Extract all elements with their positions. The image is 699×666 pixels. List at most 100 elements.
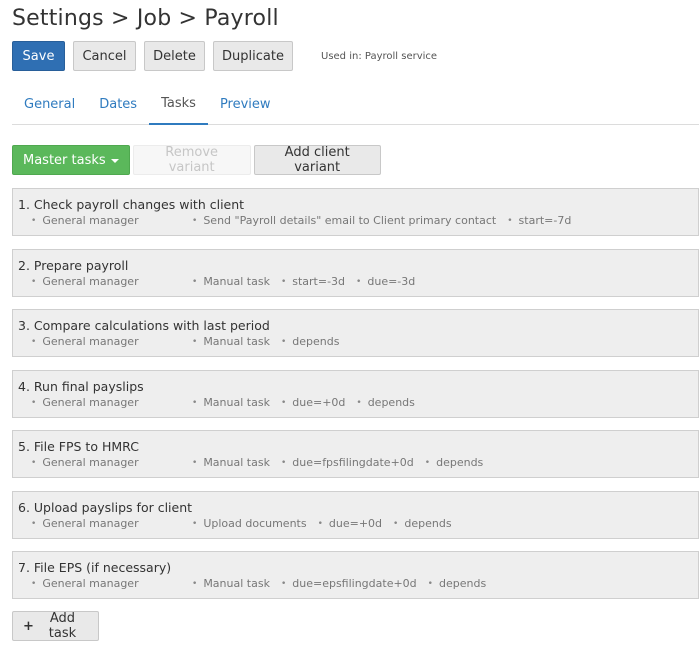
task-meta: • General manager • Manual task • depends — [18, 335, 698, 349]
task-row[interactable]: 4. Run final payslips • General manager • Ma… — [12, 369, 699, 418]
task-detail: • start=-7d — [507, 214, 571, 228]
bullet-icon: • — [31, 216, 37, 226]
bullet-icon: • — [507, 216, 513, 226]
task-title: 5. File FPS to HMRC — [18, 439, 139, 454]
task-owner-text: General manager — [42, 395, 139, 409]
task-row[interactable]: 6. Upload payslips for client • General ma… — [12, 490, 699, 539]
bullet-icon: • — [280, 276, 287, 287]
task-detail-text: start=-7d — [518, 214, 572, 227]
task-detail: • depends — [281, 335, 340, 349]
task-detail: • due=+0d — [318, 517, 382, 531]
task-detail-text: depends — [436, 456, 484, 469]
task-meta: • General manager • Manual task • start=-3d • d… — [18, 275, 698, 289]
add-task-button[interactable]: + Add task — [12, 611, 99, 641]
task-detail: • start=-3d — [281, 275, 345, 289]
bullet-icon: • — [192, 337, 198, 347]
bullet-icon: • — [31, 579, 37, 589]
task-detail-text: start=-3d — [292, 274, 346, 288]
duplicate-button[interactable]: Duplicate — [213, 41, 293, 71]
task-detail-text: Manual task — [203, 274, 270, 288]
tab-preview[interactable]: Preview — [208, 84, 283, 124]
bullet-icon: • — [31, 337, 37, 347]
delete-button[interactable]: Delete — [144, 41, 205, 71]
task-owner-text: General manager — [42, 456, 139, 469]
bullet-icon: • — [393, 518, 399, 529]
bullet-icon: • — [31, 276, 37, 287]
task-detail-text: due=-3d — [367, 274, 416, 288]
task-owner: • General manager — [31, 517, 181, 531]
bullet-icon: • — [356, 397, 362, 408]
task-detail: • due=+0d — [281, 396, 345, 410]
task-detail-text: due=fpsfilingdate+0d — [292, 456, 414, 469]
task-owner-text: General manager — [42, 274, 139, 288]
bullet-icon: • — [317, 518, 323, 529]
bullet-icon: • — [424, 458, 431, 468]
task-row[interactable]: 2. Prepare payroll • General manager • Manua… — [12, 248, 699, 297]
task-detail-text: Manual task — [203, 456, 270, 469]
used-in-label: Used in: Payroll service — [321, 50, 438, 62]
task-row[interactable]: 7. File EPS (if necessary) • General manag… — [12, 551, 699, 599]
task-title: 7. File EPS (if necessary) — [18, 560, 172, 575]
task-owner-text: General manager — [42, 516, 139, 530]
bullet-icon: • — [31, 397, 37, 408]
caret-down-icon — [110, 159, 119, 163]
task-owner: • General manager — [31, 275, 181, 289]
task-detail-text: Manual task — [203, 577, 270, 590]
add-task-label: Add task — [48, 611, 77, 641]
task-meta: • General manager • Manual task • due=+0d • dep… — [18, 396, 698, 410]
task-title: 2. Prepare payroll — [18, 257, 129, 273]
master-tasks-dropdown[interactable]: Master tasks — [12, 145, 130, 175]
bullet-icon: • — [31, 518, 37, 529]
task-owner: • General manager — [31, 577, 181, 591]
task-title: 3. Compare calculations with last period — [18, 318, 270, 333]
toolbar: Save Cancel Delete Duplicate Used in: Pa… — [12, 41, 437, 71]
bullet-icon: • — [31, 458, 37, 468]
task-detail: • Manual task — [192, 456, 270, 470]
task-detail-text: Upload documents — [203, 516, 307, 530]
task-title: 1. Check payroll changes with client — [18, 197, 245, 212]
task-meta: • General manager • Manual task • due=fpsfili… — [18, 456, 698, 470]
task-detail: • depends — [428, 577, 487, 591]
tab-dates[interactable]: Dates — [87, 84, 149, 124]
task-detail: • due=epsfilingdate+0d — [281, 577, 417, 591]
task-owner-text: General manager — [42, 214, 139, 227]
task-owner: • General manager — [31, 214, 181, 228]
bullet-icon: • — [280, 337, 287, 347]
cancel-button[interactable]: Cancel — [73, 41, 136, 71]
task-owner-text: General manager — [42, 335, 139, 348]
bullet-icon: • — [192, 579, 198, 589]
task-detail-text: Send "Payroll details" email to Client p… — [203, 214, 497, 227]
variant-bar: Master tasks Remove variant Add client v… — [12, 145, 389, 175]
remove-variant-button: Remove variant — [132, 145, 251, 175]
task-detail-text: Manual task — [203, 395, 270, 409]
task-owner: • General manager — [31, 396, 181, 410]
task-detail-text: due=epsfilingdate+0d — [292, 577, 417, 590]
task-detail: • due=fpsfilingdate+0d — [281, 456, 414, 470]
task-detail-text: depends — [367, 395, 415, 409]
bullet-icon: • — [427, 579, 433, 589]
tab-general[interactable]: General — [12, 84, 87, 124]
save-button[interactable]: Save — [12, 41, 65, 71]
task-detail: • Manual task — [192, 335, 270, 349]
task-detail: • Upload documents — [192, 517, 307, 531]
task-owner: • General manager — [31, 456, 181, 470]
task-row[interactable]: 5. File FPS to HMRC • General manager • Manu… — [12, 430, 699, 478]
add-client-variant-button[interactable]: Add client variant — [253, 145, 381, 175]
plus-icon: + — [23, 618, 34, 634]
task-detail-text: depends — [438, 577, 487, 590]
task-detail-text: depends — [292, 335, 340, 348]
task-detail: • due=-3d — [356, 275, 415, 289]
task-detail-text: due=+0d — [292, 395, 346, 409]
page-title: Settings > Job > Payroll — [12, 6, 279, 31]
bullet-icon: • — [280, 458, 287, 468]
task-row[interactable]: 3. Compare calculations with last period… — [12, 309, 699, 357]
bullet-icon: • — [192, 397, 198, 408]
task-row[interactable]: 1. Check payroll changes with client • Gen… — [12, 188, 699, 236]
task-detail: • Send "Payroll details" email to Client … — [192, 214, 496, 228]
bullet-icon: • — [192, 458, 198, 468]
task-list: 1. Check payroll changes with client • Gen… — [12, 188, 699, 612]
task-detail-text: depends — [404, 516, 452, 530]
tab-tasks[interactable]: Tasks — [149, 84, 208, 125]
task-detail-text: due=+0d — [328, 516, 383, 530]
task-meta: • General manager • Upload documents • due=+0… — [18, 517, 698, 531]
